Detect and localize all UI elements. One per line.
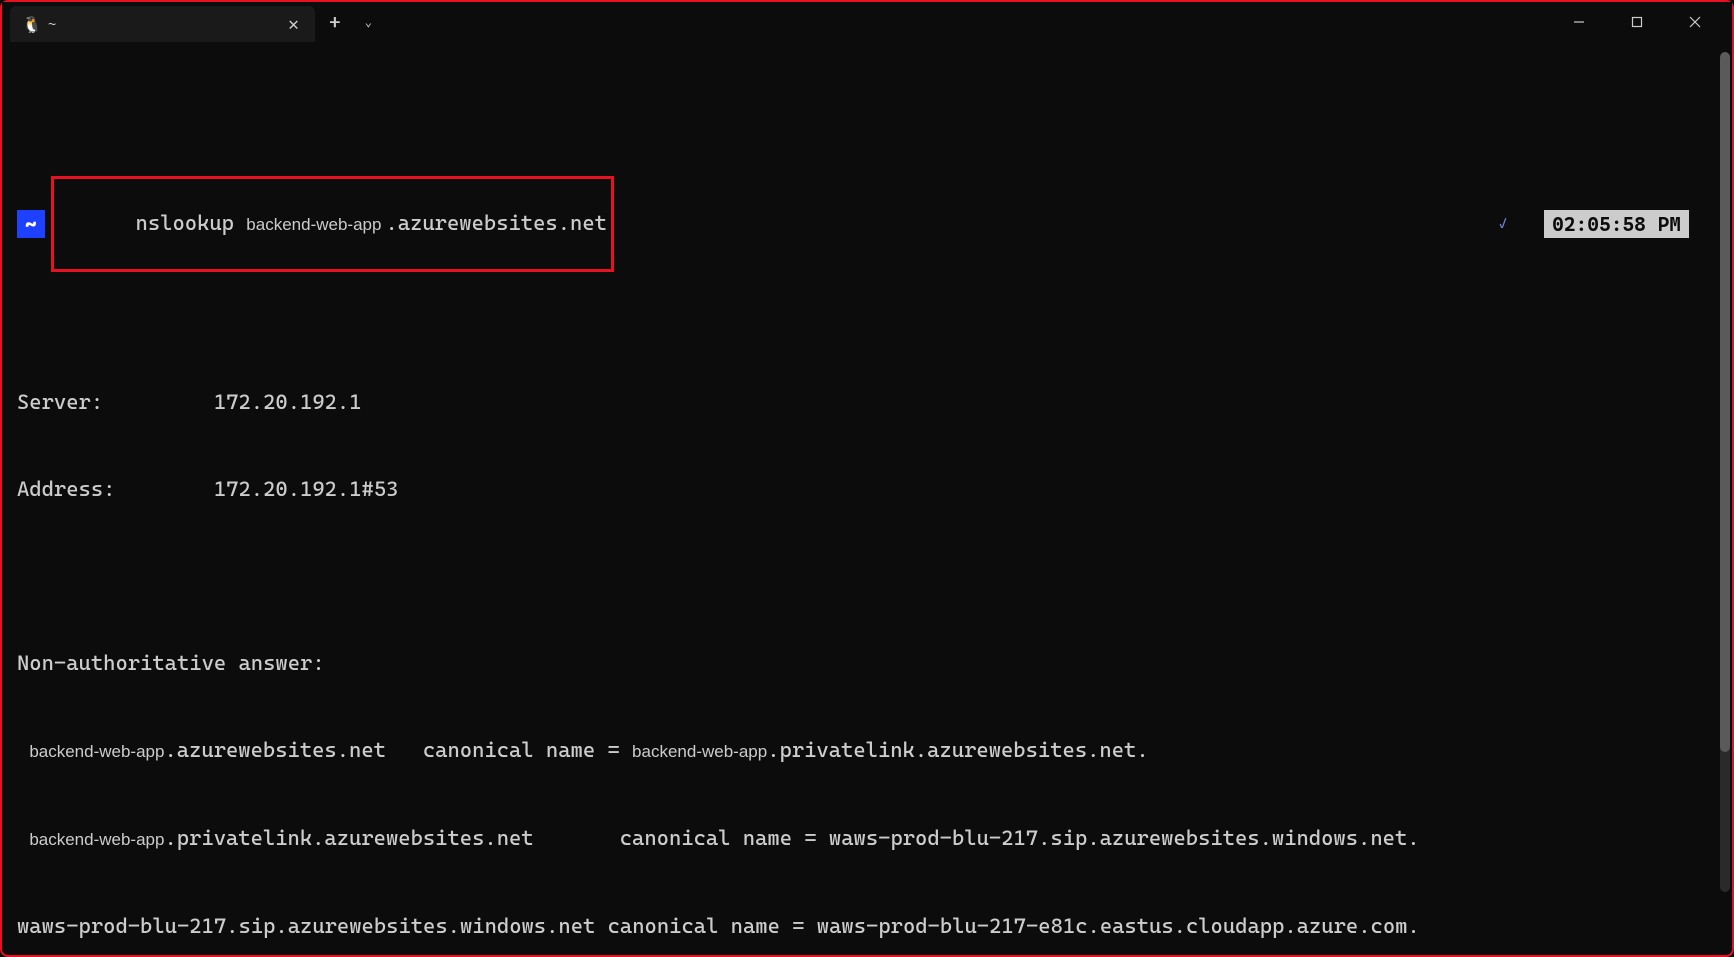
prompt-badge: ~ — [17, 210, 45, 238]
tab-title: ~ — [48, 16, 56, 32]
output-nonauth: Non-authoritative answer: — [17, 649, 1717, 678]
terminal-content[interactable]: ~ nslookup backend-web-app.azurewebsites… — [2, 42, 1732, 955]
output-cname3: waws-prod-blu-217.sip.azurewebsites.wind… — [17, 912, 1717, 941]
output-cname1: backend-web-app.azurewebsites.net canoni… — [17, 736, 1717, 766]
scrollbar[interactable] — [1720, 52, 1730, 892]
output-address: Address: 172.20.192.1#53 — [17, 475, 1717, 504]
output-cname2: backend-web-app.privatelink.azurewebsite… — [17, 824, 1717, 854]
tab-active[interactable]: 🐧 ~ ✕ — [10, 6, 315, 42]
host-placeholder: backend-web-app — [246, 215, 381, 234]
minimize-button[interactable] — [1550, 4, 1608, 40]
output-server: Server: 172.20.192.1 — [17, 388, 1717, 417]
status-checkmark: ✓ — [1499, 210, 1507, 239]
tab-dropdown-button[interactable]: ⌄ — [355, 15, 382, 29]
new-tab-button[interactable]: + — [315, 10, 355, 34]
command-highlight-nslookup: nslookup backend-web-app.azurewebsites.n… — [51, 176, 614, 272]
output-blank — [17, 562, 1717, 591]
scrollbar-thumb[interactable] — [1720, 52, 1730, 752]
tux-icon: 🐧 — [22, 15, 40, 33]
window-controls — [1550, 4, 1732, 40]
close-button[interactable] — [1666, 4, 1724, 40]
prompt-line-1: ~ nslookup backend-web-app.azurewebsites… — [17, 176, 1717, 272]
maximize-button[interactable] — [1608, 4, 1666, 40]
titlebar: 🐧 ~ ✕ + ⌄ — [2, 2, 1732, 42]
tab-content: 🐧 ~ — [22, 15, 56, 33]
command-nslookup: nslookup — [136, 211, 247, 235]
timestamp-1: 02:05:58 PM — [1544, 210, 1689, 238]
host-suffix: .azurewebsites.net — [385, 211, 606, 235]
tab-close-button[interactable]: ✕ — [284, 14, 303, 35]
